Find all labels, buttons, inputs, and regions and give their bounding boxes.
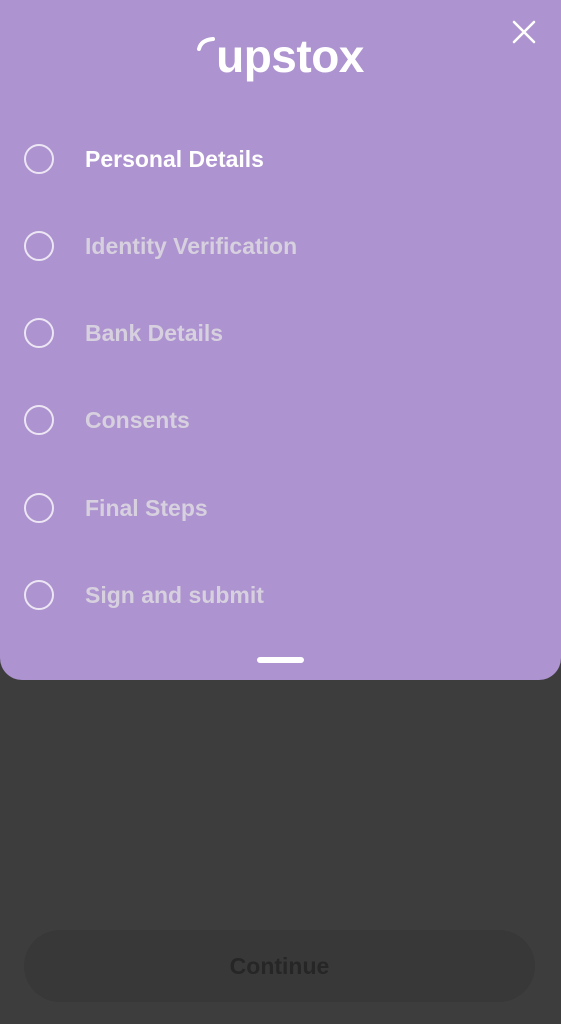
close-icon <box>512 20 536 44</box>
step-final-steps[interactable]: Final Steps <box>24 478 534 538</box>
step-label: Sign and submit <box>85 581 264 608</box>
step-label: Identity Verification <box>85 232 298 259</box>
step-label: Consents <box>85 406 190 433</box>
step-identity-verification[interactable]: Identity Verification <box>24 216 534 276</box>
radio-circle-icon <box>24 493 54 523</box>
step-label: Final Steps <box>85 494 208 521</box>
logo-swoosh-icon <box>197 37 216 51</box>
step-bank-details[interactable]: Bank Details <box>24 303 534 363</box>
radio-circle-icon <box>24 144 54 174</box>
logo-text: upstox <box>216 30 364 82</box>
sheet-drag-handle[interactable] <box>257 657 304 663</box>
continue-button[interactable]: Continue <box>24 930 535 1002</box>
step-consents[interactable]: Consents <box>24 390 534 450</box>
radio-circle-icon <box>24 318 54 348</box>
radio-circle-icon <box>24 580 54 610</box>
close-button[interactable] <box>506 14 542 50</box>
step-label: Bank Details <box>85 319 224 346</box>
step-label: Personal Details <box>85 145 264 172</box>
step-sign-and-submit[interactable]: Sign and submit <box>24 565 534 625</box>
radio-circle-icon <box>24 231 54 261</box>
steps-sheet: upstox Personal Details Identity Verific… <box>0 0 561 680</box>
brand-logo: upstox <box>0 24 561 88</box>
step-personal-details[interactable]: Personal Details <box>24 129 534 189</box>
radio-circle-icon <box>24 405 54 435</box>
